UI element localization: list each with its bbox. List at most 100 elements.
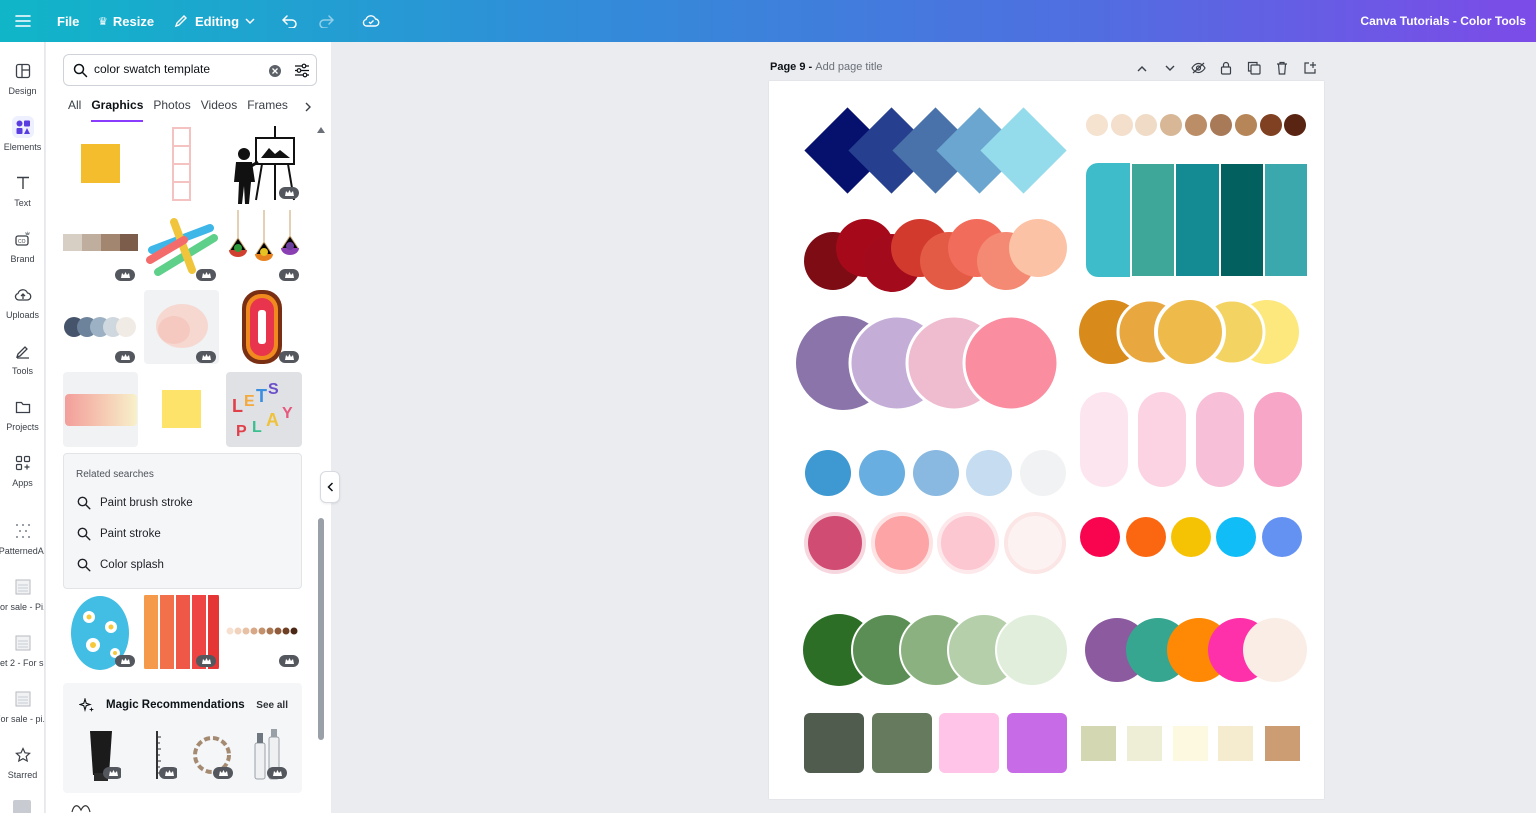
page-title-input[interactable]: Add page title — [815, 61, 882, 73]
rail-item-starred[interactable]: Starred — [0, 744, 44, 780]
graphic-hanging-bowls[interactable] — [226, 210, 302, 282]
rail-item-apps[interactable]: Apps — [0, 452, 44, 488]
document-title[interactable]: Canva Tutorials - Color Tools — [1360, 0, 1526, 42]
pink-ringed-circle-swatches[interactable] — [804, 512, 1066, 574]
lock-page-icon[interactable] — [1212, 58, 1240, 78]
collapse-panel-button[interactable] — [320, 471, 340, 503]
rail-item-tools[interactable]: Tools — [0, 340, 44, 376]
tab-all[interactable]: All — [68, 98, 81, 122]
blue-circle-swatches[interactable] — [805, 450, 1066, 496]
partial-graphic-outline[interactable] — [70, 801, 92, 813]
chevron-down-icon — [245, 18, 255, 25]
menu-icon[interactable] — [15, 0, 31, 42]
tab-graphics[interactable]: Graphics — [91, 98, 144, 122]
related-search-label: Paint brush stroke — [100, 497, 193, 509]
graphic-yellow-square[interactable] — [63, 128, 138, 198]
cloud-upload-icon — [12, 284, 34, 306]
delete-page-icon[interactable] — [1268, 58, 1296, 78]
related-search-item[interactable]: Paint stroke — [77, 527, 161, 541]
related-search-item[interactable]: Paint brush stroke — [77, 496, 193, 510]
rail-item-brand[interactable]: CO Brand — [0, 228, 44, 264]
left-rail: Design Elements Text CO Brand Uploads To… — [0, 42, 45, 813]
rail-item-recent-2[interactable]: Set 2 - For s... — [0, 632, 44, 668]
rail-item-text[interactable]: Text — [0, 172, 44, 208]
rail-thumbnail[interactable] — [13, 800, 31, 813]
resize-button[interactable]: ♛ Resize — [98, 0, 154, 42]
editing-mode-dropdown[interactable]: Editing — [174, 0, 255, 42]
graphic-brown-swatch-strip[interactable] — [63, 210, 138, 282]
add-page-icon[interactable] — [1296, 58, 1324, 78]
rail-item-recent-3[interactable]: For sale - pi... — [0, 688, 44, 724]
redo-icon[interactable] — [318, 0, 334, 42]
diamond-swatches[interactable] — [804, 107, 1067, 194]
see-all-link[interactable]: See all — [256, 700, 288, 711]
search-box — [63, 54, 317, 86]
related-search-label: Color splash — [100, 559, 164, 571]
graphic-flower-easter-egg[interactable] — [63, 593, 138, 671]
rail-item-patternedai[interactable]: PatternedAI — [0, 520, 45, 556]
rail-item-projects[interactable]: Projects — [0, 396, 44, 432]
related-search-item[interactable]: Color splash — [77, 558, 164, 572]
mixed-circle-swatches[interactable] — [1085, 618, 1307, 682]
design-page[interactable] — [769, 81, 1324, 799]
hide-page-icon[interactable] — [1184, 58, 1212, 78]
search-icon — [77, 558, 91, 572]
rail-label: Design — [8, 86, 37, 96]
tab-videos[interactable]: Videos — [201, 98, 237, 122]
recommendation-serum-bottles[interactable] — [247, 727, 289, 783]
crown-icon — [213, 767, 233, 779]
graphic-yellow-sticky-square[interactable] — [144, 372, 219, 447]
filter-icon[interactable] — [294, 63, 310, 78]
tab-frames[interactable]: Frames — [247, 98, 288, 122]
move-page-down-icon[interactable] — [1156, 58, 1184, 78]
rounded-square-swatches[interactable] — [804, 713, 1067, 773]
chevron-right-icon[interactable] — [304, 102, 312, 112]
brand-icon: CO — [12, 228, 34, 250]
text-icon — [12, 172, 34, 194]
undo-icon[interactable] — [282, 0, 298, 42]
rail-item-design[interactable]: Design — [0, 60, 44, 96]
top-toolbar: File ♛ Resize Editing Canva Tutorials - … — [0, 0, 1536, 42]
graphic-skin-tone-dots[interactable] — [226, 593, 302, 671]
related-searches: Related searches Paint brush stroke Pain… — [63, 453, 302, 589]
graphic-letter-zero-marquee[interactable] — [226, 290, 302, 364]
panel-scrollbar[interactable] — [318, 518, 324, 740]
recommendation-ruler[interactable] — [137, 727, 177, 783]
file-menu-button[interactable]: File — [57, 0, 79, 42]
clear-search-icon[interactable] — [268, 64, 282, 78]
bright-circle-swatches[interactable] — [1080, 517, 1302, 557]
rail-item-elements[interactable]: Elements — [0, 116, 44, 152]
duplicate-page-icon[interactable] — [1240, 58, 1268, 78]
crown-icon — [196, 351, 216, 363]
apps-icon — [12, 452, 34, 474]
red-circle-swatches[interactable] — [804, 219, 1067, 292]
search-input[interactable] — [94, 62, 264, 76]
rail-label: PatternedAI — [0, 546, 45, 556]
brown-dot-swatches[interactable] — [1086, 114, 1306, 136]
pink-pill-swatches[interactable] — [1080, 392, 1302, 487]
move-page-up-icon[interactable] — [1128, 58, 1156, 78]
teal-bar-swatches[interactable] — [1086, 162, 1309, 278]
graphic-pink-ladder[interactable] — [144, 126, 219, 204]
recommendation-dried-wreath[interactable] — [191, 727, 233, 783]
graphic-painter-silhouette[interactable] — [226, 124, 302, 204]
svg-text:L: L — [252, 419, 262, 436]
rail-label: Projects — [6, 422, 39, 432]
green-circle-swatches[interactable] — [803, 613, 1069, 687]
graphic-blue-circles-palette[interactable] — [63, 290, 138, 364]
graphic-pastel-crayon-stroke[interactable] — [63, 372, 138, 447]
graphic-orange-red-stripes[interactable] — [144, 593, 219, 671]
rail-item-uploads[interactable]: Uploads — [0, 284, 44, 320]
cloud-saved-icon[interactable] — [362, 0, 380, 42]
recommendation-black-tube[interactable] — [81, 727, 121, 783]
graphic-peach-watercolor[interactable] — [144, 290, 219, 364]
purple-pink-circle-swatches[interactable] — [796, 314, 1060, 412]
graphic-lets-play-3d-letters[interactable]: LETSPLAY — [226, 372, 302, 447]
yellow-circle-swatches[interactable] — [1079, 296, 1299, 368]
scroll-up-arrow-icon[interactable] — [316, 126, 326, 134]
graphic-color-pencils[interactable] — [144, 210, 219, 282]
muted-square-swatches[interactable] — [1081, 726, 1300, 761]
rail-item-recent-1[interactable]: For sale - Pi... — [0, 576, 44, 612]
layout-icon — [12, 60, 34, 82]
tab-photos[interactable]: Photos — [153, 98, 190, 122]
